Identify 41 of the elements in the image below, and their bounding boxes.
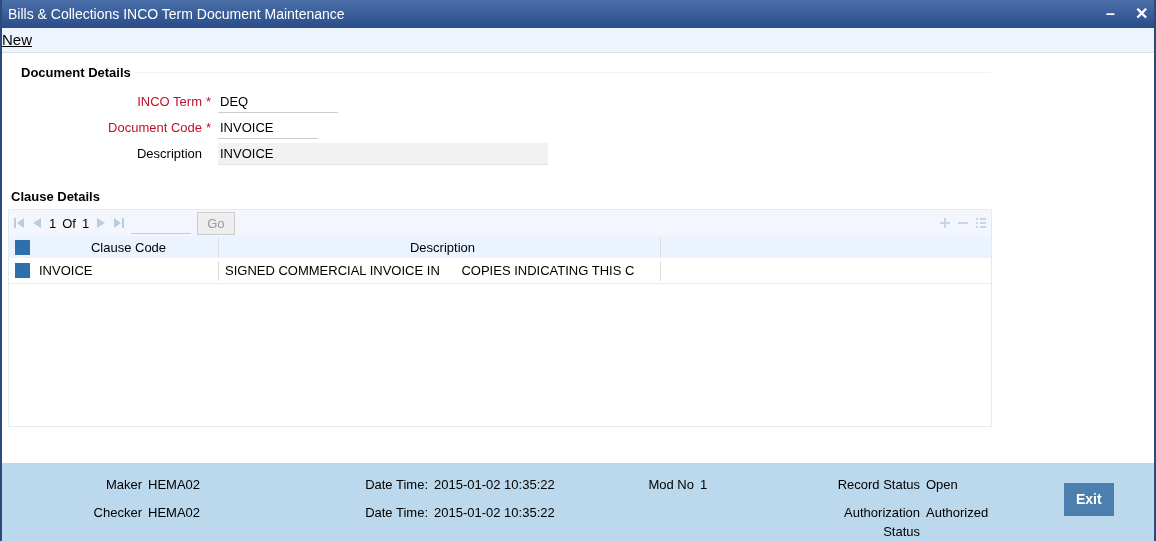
menu-link[interactable]: New (2, 28, 32, 52)
required-mark: * (206, 93, 213, 112)
field-label: Document Code (107, 119, 203, 138)
exit-button[interactable]: Exit (1064, 483, 1114, 516)
minimize-button[interactable]: – (1106, 2, 1115, 26)
section-title: Document Details (21, 64, 131, 82)
previous-page-icon[interactable] (31, 217, 43, 230)
add-icon[interactable] (939, 217, 951, 230)
field-label: INCO Term (136, 93, 203, 112)
section-title: Clause Details (11, 187, 101, 206)
table-cell: SIGNED COMMERCIAL INVOICE IN COPIES INDICATING THIS C (219, 261, 661, 281)
column-header: Clause Code (35, 237, 219, 257)
footer-value: Authorized (926, 503, 990, 522)
row-checkbox[interactable] (14, 263, 30, 279)
column-header: Description (219, 237, 661, 257)
required-mark: * (206, 119, 213, 138)
page-number: 1 (49, 214, 57, 233)
first-page-icon[interactable] (13, 217, 25, 230)
page-total: 1 (81, 214, 90, 233)
footer-value: Open (926, 476, 959, 494)
footer-label: Checker (92, 503, 142, 522)
footer-label: Maker (104, 476, 142, 494)
field-label: Description (135, 145, 203, 164)
list-icon[interactable] (975, 217, 987, 230)
input-field[interactable]: INVOICE (218, 143, 548, 165)
page-of-label: Of (62, 214, 76, 233)
footer-label: Authorization Status (843, 503, 920, 541)
footer-value: 2015-01-02 10:35:22 (434, 503, 556, 522)
window-title: Bills & Collections INCO Term Document Maintenance (8, 4, 345, 24)
select-all-checkbox[interactable] (14, 239, 30, 255)
footer-value: 1 (700, 476, 709, 494)
footer-value: 2015-01-02 10:35:22 (434, 476, 556, 494)
close-button[interactable]: ✕ (1135, 2, 1148, 26)
footer-value: HEMA02 (148, 503, 202, 522)
footer-label: Date Time: (364, 503, 428, 522)
footer-label: Date Time: (364, 476, 428, 494)
footer-label: Mod No (647, 476, 694, 494)
footer-label: Record Status (836, 476, 920, 494)
last-page-icon[interactable] (113, 217, 126, 230)
footer-value: HEMA02 (148, 476, 202, 494)
table-cell: INVOICE (35, 261, 219, 281)
